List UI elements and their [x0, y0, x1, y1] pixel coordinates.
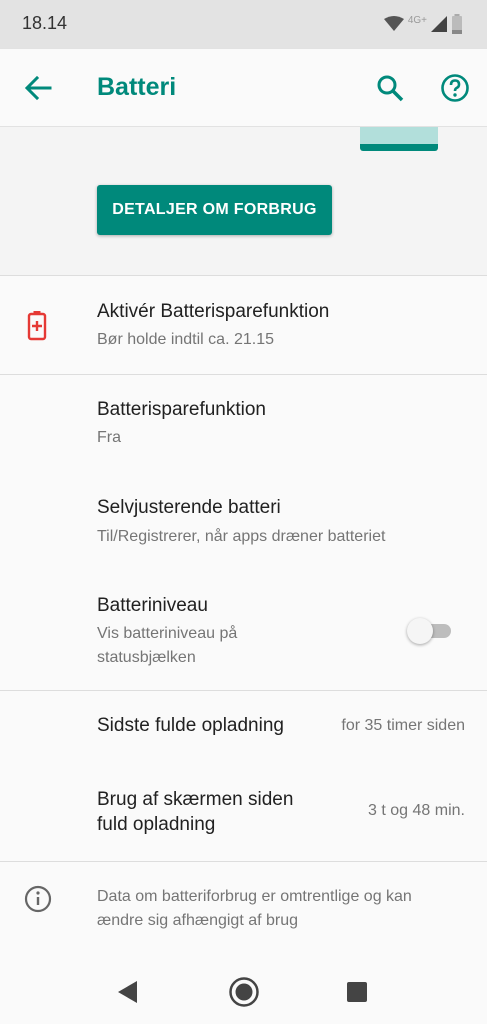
nav-back-icon[interactable]: [115, 978, 139, 1006]
navigation-bar: [0, 960, 487, 1024]
divider: [0, 275, 487, 276]
screen-usage-title-line1: Brug af skærmen siden: [97, 789, 294, 810]
battery-usage-disclaimer: Data om batteriforbrug er omtrentlige og…: [97, 888, 412, 929]
battery-graph-area: DETALJER OM FORBRUG: [0, 127, 487, 275]
battery-saver-suggestion-title: Aktivér Batterisparefunktion: [97, 301, 330, 322]
last-full-charge-title: Sidste fulde opladning: [97, 715, 284, 736]
help-icon[interactable]: [440, 73, 470, 103]
last-full-charge-value: for 35 timer siden: [341, 717, 465, 734]
back-arrow-icon[interactable]: [24, 75, 52, 101]
battery-graph-bar-edge: [360, 144, 438, 151]
status-bar: 18.14 4G+: [0, 0, 487, 49]
network-type-label: 4G+: [407, 14, 427, 26]
battery-low-icon: [452, 14, 462, 34]
divider: [0, 374, 487, 375]
battery-level-toggle[interactable]: [407, 617, 451, 644]
battery-saver-status: Fra: [97, 429, 121, 446]
divider: [0, 861, 487, 862]
usage-details-button[interactable]: DETALJER OM FORBRUG: [97, 185, 332, 235]
battery-saver-suggestion-subtitle: Bør holde indtil ca. 21.15: [97, 331, 274, 348]
battery-graph-bar: [360, 127, 438, 144]
toggle-thumb: [407, 618, 433, 644]
search-icon[interactable]: [375, 73, 405, 103]
info-icon: [24, 885, 52, 913]
status-time: 18.14: [22, 13, 68, 33]
battery-alert-icon: [27, 311, 47, 341]
wifi-icon: [383, 16, 404, 31]
status-icons: 4G+: [383, 12, 463, 36]
divider: [0, 690, 487, 691]
screen-usage-value: 3 t og 48 min.: [368, 802, 465, 819]
cell-signal-icon: [431, 16, 447, 32]
battery-level-subtitle-line1: Vis batteriniveau på: [97, 625, 238, 642]
adaptive-battery-title: Selvjusterende batteri: [97, 497, 281, 518]
app-bar: Batteri: [0, 49, 487, 127]
nav-home-icon[interactable]: [228, 976, 260, 1008]
nav-recents-icon[interactable]: [346, 981, 368, 1003]
battery-saver-title: Batterisparefunktion: [97, 399, 266, 420]
page-title: Batteri: [97, 73, 177, 101]
battery-level-subtitle-line2: statusbjælken: [97, 649, 196, 666]
battery-level-title: Batteriniveau: [97, 595, 208, 616]
adaptive-battery-status: Til/Registrerer, når apps dræner batteri…: [97, 528, 386, 545]
screen-usage-title-line2: fuld opladning: [97, 814, 216, 835]
